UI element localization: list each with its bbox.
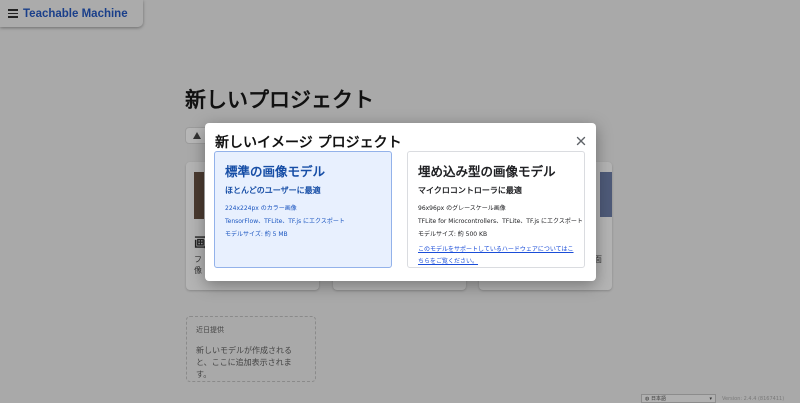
option-detail: モデルサイズ: 約 5 MB [225,231,288,238]
option-detail: モデルサイズ: 約 500 KB [418,231,488,238]
standard-image-model-option[interactable]: 標準の画像モデル ほとんどのユーザーに最適 224x224px のカラー画像 T… [214,151,392,268]
language-select[interactable]: ◍ 日本語 ▾ [641,394,716,403]
new-image-project-dialog: 新しいイメージ プロジェクト 標準の画像モデル ほとんどのユーザーに最適 224… [205,123,596,281]
embedded-image-model-option[interactable]: 埋め込み型の画像モデル マイクロコントローラに最適 96x96px のグレースケ… [407,151,585,268]
option-subtitle: マイクロコントローラに最適 [418,186,522,195]
option-detail: TensorFlow、TFLite、TF.js にエクスポート [225,218,345,225]
link-line[interactable]: ちらをご覧ください。 [418,258,478,265]
card-thumbnail [600,172,612,217]
recent-title: 近日提供 [196,326,224,334]
version-text: Version: 2.4.4 (8167411) [722,396,785,402]
chevron-down-icon: ▾ [709,395,712,402]
language-value: 日本語 [650,396,666,402]
supported-hardware-link[interactable]: このモデルをサポートしているハードウェアについてはこ ちらをご覧ください。 [418,244,574,268]
link-line[interactable]: このモデルをサポートしているハードウェアについてはこ [418,246,574,253]
option-subtitle: ほとんどのユーザーに最適 [225,186,321,195]
recent-message: 新しいモデルが作成されると、ここに追加表示されます。 [196,346,292,379]
option-detail: 96x96px のグレースケール画像 [418,205,506,212]
page-title: 新しいプロジェクト [185,88,374,112]
close-icon[interactable] [575,132,587,146]
top-app-bar: Teachable Machine [0,0,143,27]
card-thumbnail [194,172,204,219]
option-detail: 224x224px のカラー画像 [225,205,297,212]
dialog-title: 新しいイメージ プロジェクト [215,135,402,151]
recent-projects-placeholder: 近日提供 新しいモデルが作成されると、ここに追加表示されます。 [186,316,316,382]
option-detail: TFLite for Microcontrollers、TFLite、TF.js… [418,218,583,225]
app-title[interactable]: Teachable Machine [23,8,128,20]
option-title: 埋め込み型の画像モデル [418,164,556,179]
option-title: 標準の画像モデル [225,164,326,179]
menu-icon[interactable] [8,9,18,18]
